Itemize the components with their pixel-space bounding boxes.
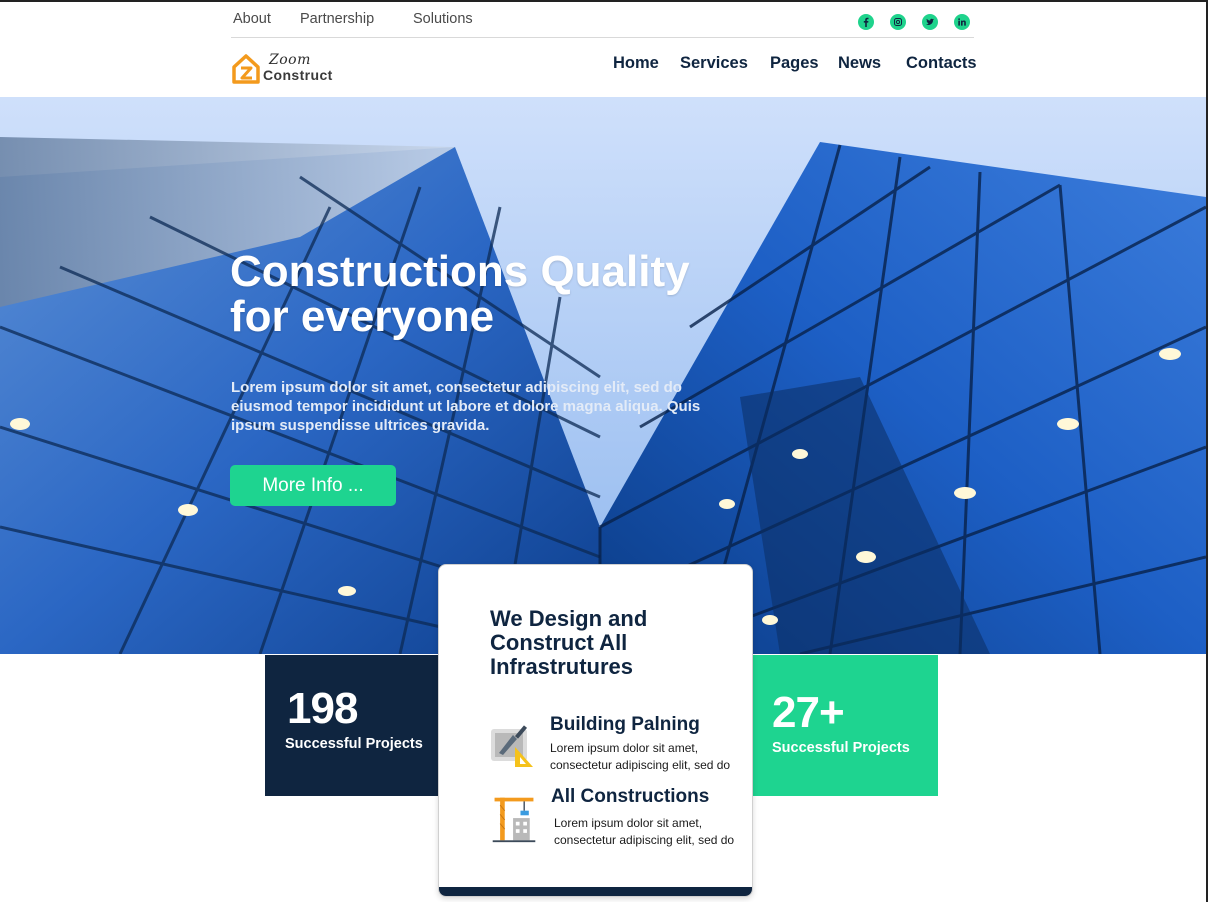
nav-home[interactable]: Home [613, 54, 659, 73]
stat-label: Successful Projects [772, 740, 910, 756]
logo-text-top: Zoom [269, 52, 311, 68]
stat-projects-left: 198 Successful Projects [265, 655, 439, 796]
feature-description: Lorem ipsum dolor sit amet, consectetur … [550, 741, 731, 772]
top-link-about[interactable]: About [233, 11, 271, 27]
nav-contacts[interactable]: Contacts [906, 54, 977, 73]
logo-house-icon [232, 54, 260, 84]
logo-text-bottom: Construct [263, 67, 333, 83]
stat-number: 198 [287, 684, 358, 733]
linkedin-icon[interactable] [954, 14, 970, 30]
stat-label: Successful Projects [285, 736, 423, 752]
top-link-solutions[interactable]: Solutions [413, 11, 473, 27]
card-title: We Design and Construct All Infrastrutur… [490, 606, 648, 679]
feature-description: Lorem ipsum dolor sit amet, consectetur … [554, 816, 735, 847]
twitter-icon[interactable] [922, 14, 938, 30]
stat-number: 27+ [772, 688, 845, 737]
logo[interactable]: Zoom Construct [232, 52, 347, 86]
blueprint-icon [491, 725, 533, 767]
instagram-icon[interactable] [890, 14, 906, 30]
more-info-button[interactable]: More Info ... [230, 465, 396, 506]
hero-description: Lorem ipsum dolor sit amet, consectetur … [231, 379, 701, 434]
nav-services[interactable]: Services [680, 54, 748, 73]
services-card: We Design and Construct All Infrastrutur… [438, 564, 753, 897]
top-bar: About Partnership Solutions [231, 2, 974, 38]
nav-news[interactable]: News [838, 54, 881, 73]
top-link-partnership[interactable]: Partnership [300, 11, 374, 27]
crane-icon [492, 797, 536, 843]
feature-title: All Constructions [551, 786, 710, 807]
hero-title: Constructions Quality for everyone [230, 247, 690, 341]
stat-projects-right: 27+ Successful Projects [752, 655, 938, 796]
nav-pages[interactable]: Pages [770, 54, 819, 73]
card-bottom-bar [439, 887, 752, 896]
feature-title: Building Palning [550, 714, 700, 735]
facebook-icon[interactable] [858, 14, 874, 30]
